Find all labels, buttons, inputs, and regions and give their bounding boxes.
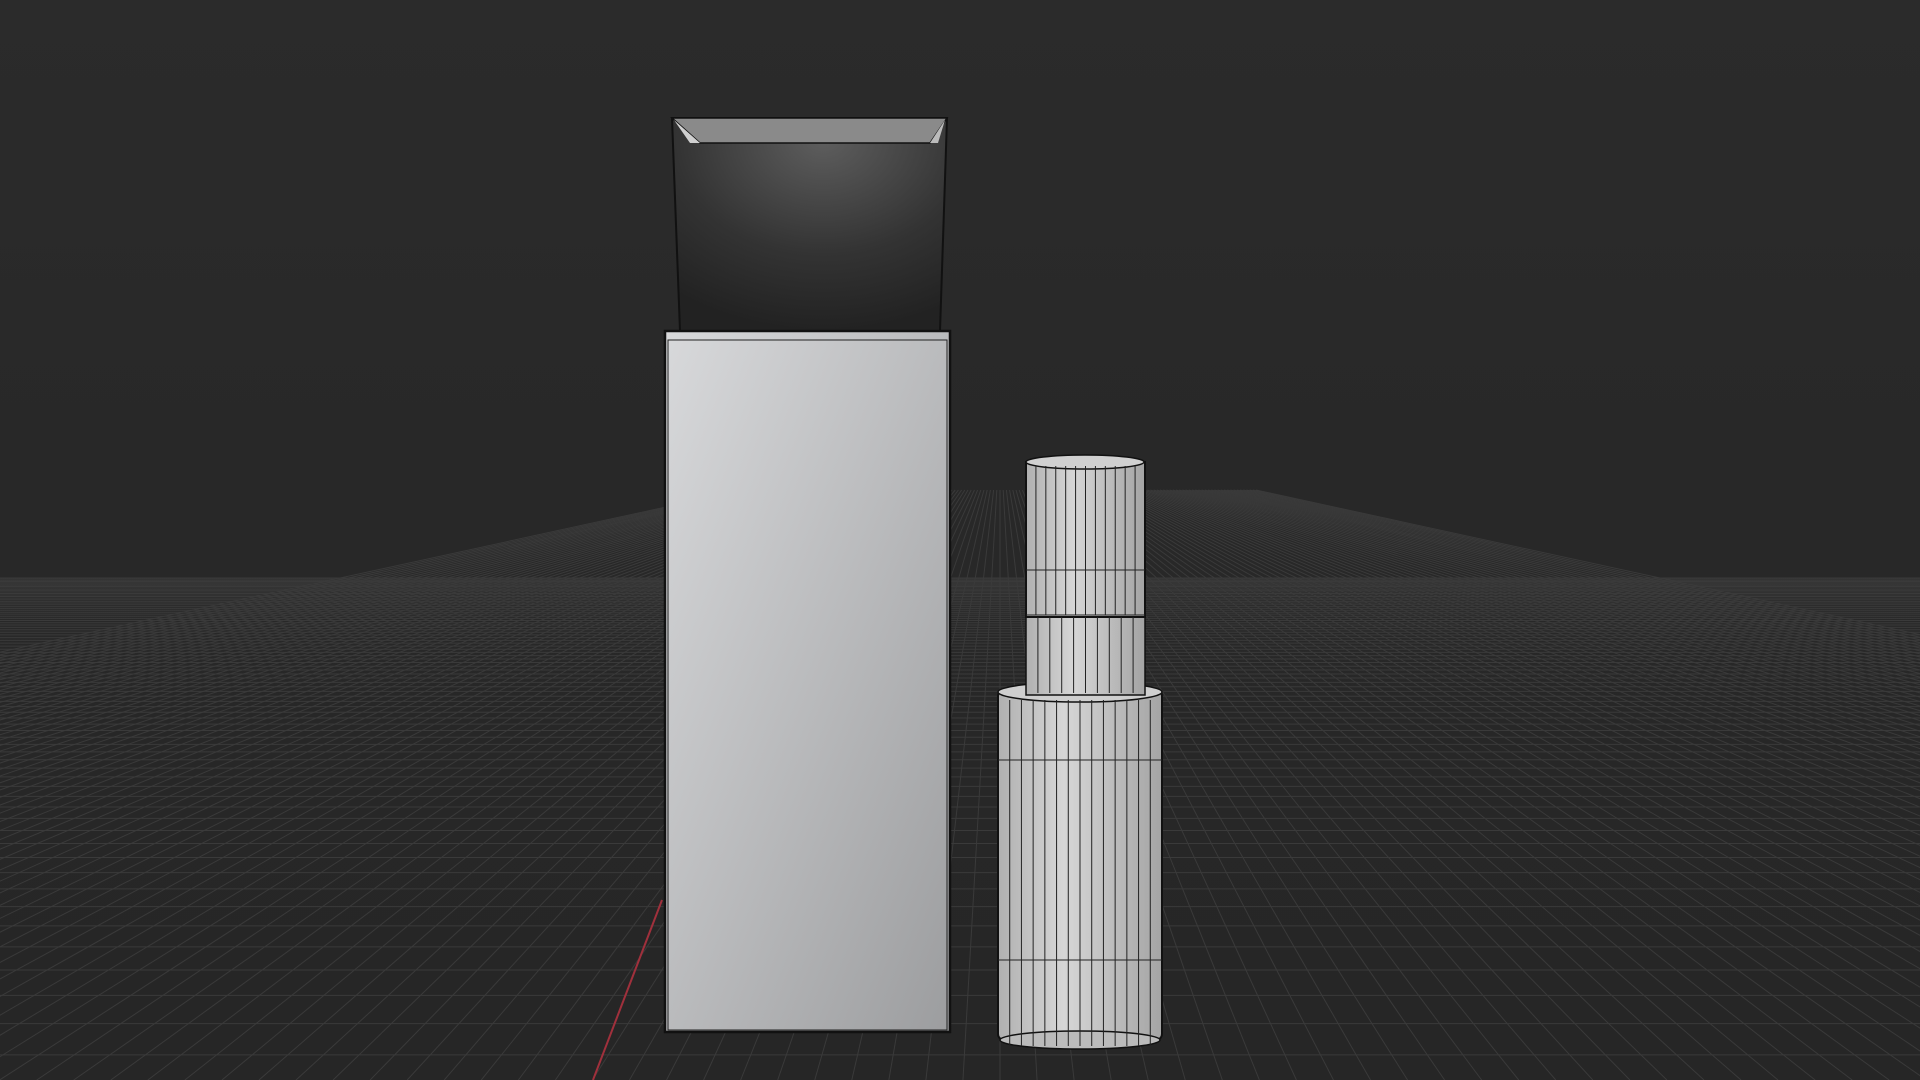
box-inner-tray[interactable] (670, 117, 949, 332)
bottle[interactable] (997, 454, 1163, 1050)
box-sleeve[interactable] (663, 329, 952, 1034)
3d-viewport[interactable] (0, 0, 1920, 1080)
scene (0, 117, 1920, 1080)
x-axis-line (592, 899, 663, 1080)
floor-grid (0, 489, 1920, 1080)
